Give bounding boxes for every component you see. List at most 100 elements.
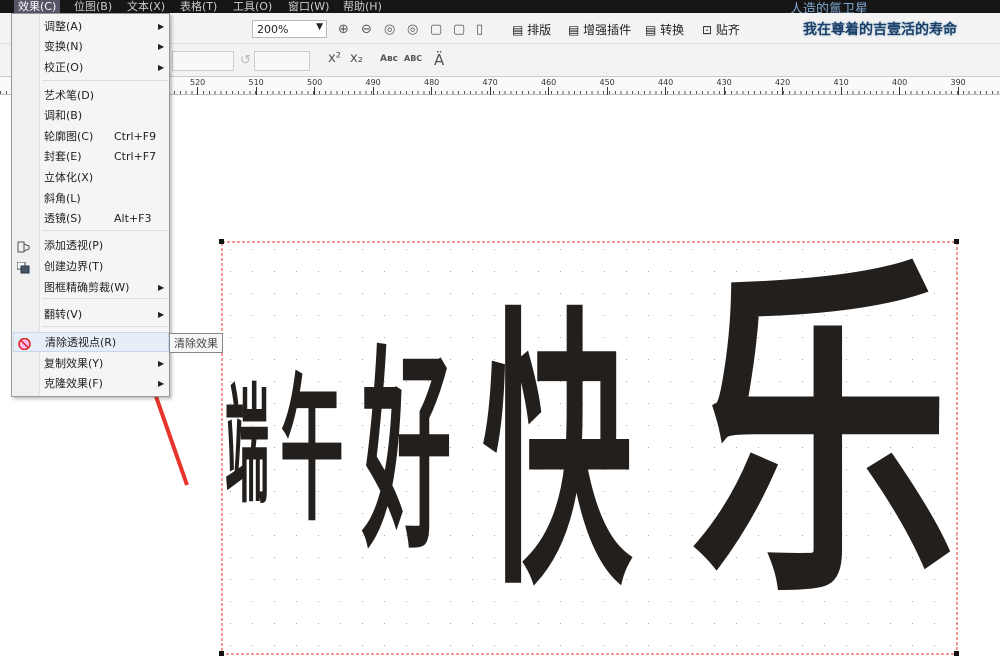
menu-item[interactable]: 清除透视点(R) <box>13 332 169 352</box>
menu-item-label: 清除透视点(R) <box>45 336 117 349</box>
zoom-height-icon[interactable]: ▯ <box>476 22 483 37</box>
menu-item[interactable]: 变换(N) ▶ <box>13 37 169 57</box>
snap-button[interactable]: ⊡ 贴齐 <box>702 21 740 38</box>
spin-field-2[interactable] <box>254 51 310 71</box>
char-hao: 好 <box>361 327 451 578</box>
menu-item[interactable]: 创建边界(T) <box>13 257 169 277</box>
handle-top-left[interactable] <box>219 239 224 244</box>
ruler-tick <box>197 87 198 95</box>
submenu-arrow-icon: ▶ <box>158 42 165 51</box>
subscript-button[interactable]: x₂ <box>350 51 363 66</box>
submenu-arrow-icon: ▶ <box>158 310 165 319</box>
menu-item[interactable]: 立体化(X) <box>13 168 169 188</box>
menu-effects[interactable]: 效果(C) <box>14 0 61 14</box>
zoom-selected-icon[interactable]: ◎ <box>384 22 395 37</box>
zoom-level-select[interactable]: 200% ▼ <box>252 20 327 38</box>
ruler-tick <box>431 87 432 95</box>
zoom-page-icon[interactable]: ▢ <box>430 22 442 37</box>
menu-separator <box>42 298 168 299</box>
menu-item[interactable]: 透镜(S) Alt+F3 <box>13 209 169 229</box>
submenu-arrow-icon: ▶ <box>158 22 165 31</box>
menu-item[interactable]: 封套(E) Ctrl+F7 <box>13 147 169 167</box>
menu-item-label: 调和(B) <box>44 109 83 122</box>
menu-separator <box>42 80 168 81</box>
menu-item[interactable]: 复制效果(Y) ▶ <box>13 354 169 374</box>
menu-item[interactable]: 图框精确剪裁(W) ▶ <box>13 278 169 298</box>
menu-item-label: 校正(O) <box>44 61 84 74</box>
ruler-tick <box>665 87 666 95</box>
menu-item-label: 斜角(L) <box>44 192 81 205</box>
ruler-tick <box>372 87 374 95</box>
ruler-label: 390 <box>950 78 966 87</box>
ruler-tick <box>489 87 491 95</box>
zoom-width-icon[interactable]: ▢ <box>453 22 465 37</box>
menu-tools[interactable]: 工具(O) <box>233 0 272 14</box>
ruler-label: 440 <box>658 78 674 87</box>
ruler-tick <box>957 87 959 95</box>
menu-separator <box>42 230 168 231</box>
menu-item[interactable]: 校正(O) ▶ <box>13 58 169 78</box>
menu-item[interactable]: 添加透视(P) <box>13 236 169 256</box>
menu-item-shortcut: Ctrl+F7 <box>114 150 157 163</box>
ruler-label: 510 <box>248 78 264 87</box>
submenu-arrow-icon: ▶ <box>158 283 165 292</box>
menu-item-label: 添加透视(P) <box>44 239 104 252</box>
menu-item-label: 轮廓图(C) <box>44 130 94 143</box>
spin-field-1[interactable] <box>172 51 234 71</box>
ruler-label: 460 <box>541 78 557 87</box>
handle-bottom-right[interactable] <box>954 651 959 656</box>
ruler-tick <box>314 87 315 95</box>
menu-item[interactable]: 斜角(L) <box>13 189 169 209</box>
menu-item[interactable]: 调整(A) ▶ <box>13 17 169 37</box>
menu-table[interactable]: 表格(T) <box>180 0 217 14</box>
ruler-tick <box>723 87 725 95</box>
ruler-label: 520 <box>190 78 206 87</box>
menu-item[interactable]: 翻转(V) ▶ <box>13 305 169 325</box>
ruler-tick <box>782 87 783 95</box>
menu-help[interactable]: 帮助(H) <box>343 0 382 14</box>
handle-bottom-left[interactable] <box>219 651 224 656</box>
ruler-tick <box>255 87 257 95</box>
ruler-label: 420 <box>775 78 791 87</box>
zoom-all-icon[interactable]: ◎ <box>407 22 418 37</box>
convert-button[interactable]: ▤ 转换 <box>645 21 684 38</box>
small-caps-button[interactable]: Aʙc <box>380 54 398 64</box>
convert-label: 转换 <box>660 23 685 37</box>
zoom-in-icon[interactable]: ⊕ <box>338 22 349 37</box>
menu-window[interactable]: 窗口(W) <box>288 0 329 14</box>
layout-button[interactable]: ▤ 排版 <box>512 21 551 38</box>
plugins-button[interactable]: ▤ 增强插件 <box>568 21 631 38</box>
char-le: 乐 <box>690 230 955 640</box>
rotate-icon[interactable]: ↺ <box>240 53 251 68</box>
ruler-tick <box>548 87 549 95</box>
superscript-button[interactable]: x² <box>328 51 341 66</box>
ruler-tick <box>606 87 608 95</box>
text-effect-icon[interactable]: Ä <box>434 51 444 69</box>
ruler-tick <box>840 87 842 95</box>
menu-bar: 效果(C) 位图(B) 文本(X) 表格(T) 工具(O) 窗口(W) 帮助(H… <box>0 0 1000 17</box>
menu-item-label: 克隆效果(F) <box>44 377 103 390</box>
submenu-arrow-icon: ▶ <box>158 379 165 388</box>
watermark-slogan: 我在尊着的吉壹活的寿命 <box>803 22 957 38</box>
menu-item-label: 变换(N) <box>44 40 83 53</box>
menu-item[interactable]: 调和(B) <box>13 106 169 126</box>
zoom-out-icon[interactable]: ⊖ <box>361 22 372 37</box>
ruler-label: 410 <box>833 78 849 87</box>
ruler-label: 500 <box>307 78 323 87</box>
menu-item[interactable]: 轮廓图(C) Ctrl+F9 <box>13 127 169 147</box>
all-caps-button[interactable]: ABC <box>404 54 422 63</box>
menu-item-label: 创建边界(T) <box>44 260 104 273</box>
ruler-label: 490 <box>365 78 381 87</box>
menu-bitmap[interactable]: 位图(B) <box>74 0 112 14</box>
ruler-label: 480 <box>424 78 440 87</box>
menu-item-label: 复制效果(Y) <box>44 357 104 370</box>
char-wu: 午 <box>280 361 344 543</box>
menu-item[interactable]: 克隆效果(F) ▶ <box>13 374 169 394</box>
effects-dropdown-menu: 调整(A) ▶ 变换(N) ▶ 校正(O) ▶ 艺术笔(D) 调和(B) 轮廓图(C) Ctrl+… <box>11 13 170 397</box>
char-kuai: 快 <box>482 283 633 624</box>
snap-label: 贴齐 <box>715 23 740 37</box>
menu-item[interactable]: 艺术笔(D) <box>13 86 169 106</box>
menu-text[interactable]: 文本(X) <box>127 0 165 14</box>
chevron-down-icon: ▼ <box>316 22 323 32</box>
menu-item-shortcut: Ctrl+F9 <box>114 130 157 143</box>
